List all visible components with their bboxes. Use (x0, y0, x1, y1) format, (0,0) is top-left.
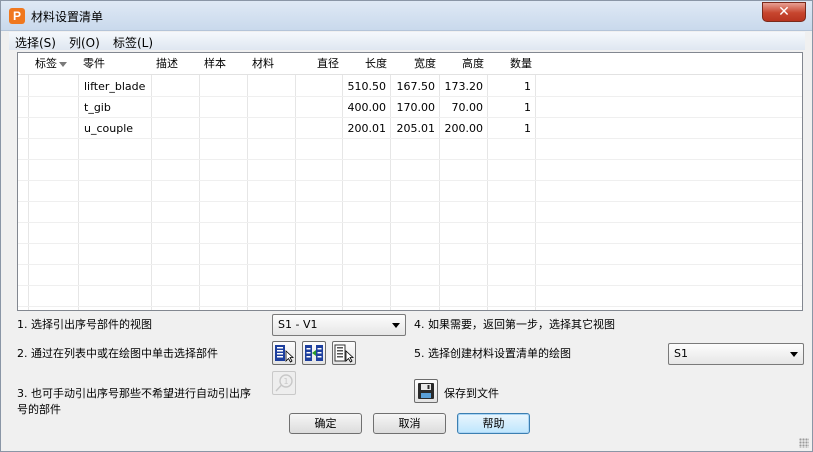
step3-label-line2: 号的部件 (17, 403, 61, 416)
table-row-empty (18, 265, 802, 286)
chevron-down-icon (392, 323, 400, 328)
drawing-select[interactable]: S1 (668, 343, 804, 365)
table-row[interactable]: u_couple 200.01 205.01 200.00 1 (18, 118, 802, 139)
swap-list-icon (305, 345, 323, 361)
table-row-empty (18, 181, 802, 202)
view-select-value: S1 - V1 (278, 318, 318, 331)
menu-select[interactable]: 选择(S) (15, 34, 56, 51)
table-header: 标签 零件 描述 样本 材料 直径 长度 宽度 高度 数量 (18, 53, 802, 75)
parts-table[interactable]: 标签 零件 描述 样本 材料 直径 长度 宽度 高度 数量 lifter_bla… (17, 52, 803, 311)
column-header-sample[interactable]: 样本 (201, 53, 229, 75)
cell-height: 200.00 (444, 122, 484, 135)
cell-length: 200.01 (347, 122, 387, 135)
column-header-part[interactable]: 零件 (80, 53, 108, 75)
cell-quantity: 1 (524, 80, 531, 93)
app-logo-icon: P (9, 8, 25, 24)
window-title: 材料设置清单 (31, 10, 104, 24)
balloon-icon: 1 (275, 374, 293, 392)
select-parts-button[interactable] (272, 341, 296, 365)
table-row-empty (18, 244, 802, 265)
deselect-parts-button[interactable] (332, 341, 356, 365)
floppy-disk-icon (418, 383, 434, 399)
resize-grip-icon[interactable] (799, 438, 809, 448)
step4-label: 4. 如果需要，返回第一步，选择其它视图 (414, 318, 615, 331)
ok-button[interactable]: 确定 (289, 413, 362, 434)
column-header-width[interactable]: 宽度 (390, 53, 439, 75)
column-header-label: 标签 (35, 57, 57, 70)
step1-label: 1. 选择引出序号部件的视图 (17, 318, 152, 331)
close-button[interactable]: ✕ (762, 2, 806, 22)
table-row[interactable]: lifter_blade 510.50 167.50 173.20 1 (18, 76, 802, 97)
help-button[interactable]: 帮助 (457, 413, 530, 434)
column-header-material[interactable]: 材料 (249, 53, 277, 75)
cell-width: 167.50 (396, 80, 436, 93)
cell-length: 510.50 (347, 80, 387, 93)
cell-part: lifter_blade (84, 80, 146, 93)
menu-labels[interactable]: 标签(L) (113, 34, 153, 51)
column-header-quantity[interactable]: 数量 (487, 53, 535, 75)
table-row-empty (18, 223, 802, 244)
column-header-length[interactable]: 长度 (342, 53, 390, 75)
menu-columns[interactable]: 列(O) (69, 34, 100, 51)
bom-dialog: P 材料设置清单 ✕ 选择(S) 列(O) 标签(L) 标签 零件 描述 样本 … (0, 0, 813, 452)
column-header-description[interactable]: 描述 (153, 53, 181, 75)
manual-balloon-button[interactable]: 1 (272, 371, 296, 395)
view-select[interactable]: S1 - V1 (272, 314, 406, 336)
step5-label: 5. 选择创建材料设置清单的绘图 (414, 347, 571, 360)
title-bar[interactable]: P 材料设置清单 ✕ (1, 1, 812, 31)
column-header-tag[interactable]: 标签 (32, 53, 70, 75)
deselect-list-icon (334, 344, 355, 363)
cell-quantity: 1 (524, 122, 531, 135)
menu-bar: 选择(S) 列(O) 标签(L) (9, 32, 805, 50)
step2-label: 2. 通过在列表中或在绘图中单击选择部件 (17, 347, 218, 360)
table-row-empty (18, 139, 802, 160)
cell-length: 400.00 (347, 101, 387, 114)
drawing-select-value: S1 (674, 347, 688, 360)
column-header-height[interactable]: 高度 (439, 53, 487, 75)
sort-down-icon (59, 61, 67, 67)
cell-part: t_gib (84, 101, 111, 114)
cell-width: 205.01 (396, 122, 436, 135)
chevron-down-icon (790, 352, 798, 357)
cell-part: u_couple (84, 122, 134, 135)
save-to-file-button[interactable] (414, 379, 438, 403)
column-header-diameter[interactable]: 直径 (295, 53, 342, 75)
table-row[interactable]: t_gib 400.00 170.00 70.00 1 (18, 97, 802, 118)
table-row-empty (18, 160, 802, 181)
cell-height: 70.00 (451, 101, 484, 114)
cancel-button[interactable]: 取消 (373, 413, 446, 434)
cell-height: 173.20 (444, 80, 484, 93)
step3-label-line1: 3. 也可手动引出序号那些不希望进行自动引出序 (17, 387, 251, 400)
toggle-selection-button[interactable] (302, 341, 326, 365)
cell-quantity: 1 (524, 101, 531, 114)
cell-width: 170.00 (396, 101, 436, 114)
table-row-empty (18, 202, 802, 223)
save-to-file-label[interactable]: 保存到文件 (444, 385, 499, 401)
select-list-icon (275, 345, 295, 363)
table-row-empty (18, 286, 802, 307)
svg-text:1: 1 (283, 377, 288, 386)
